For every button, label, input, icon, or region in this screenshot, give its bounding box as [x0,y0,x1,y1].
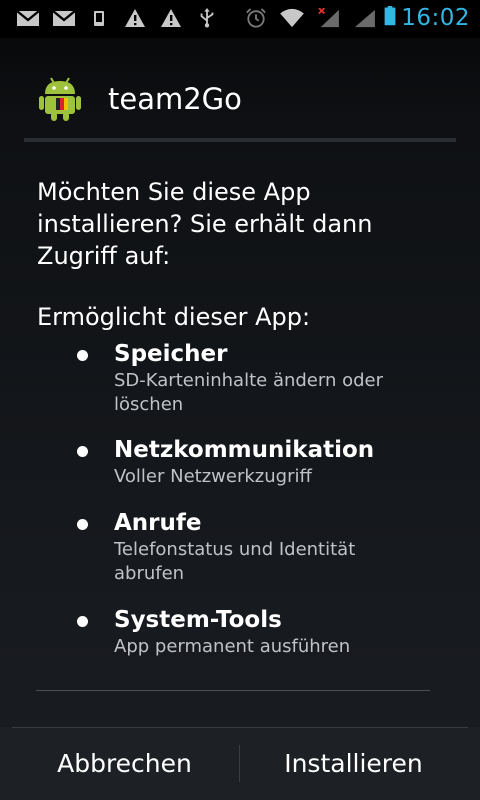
permission-title: Speicher [114,341,228,367]
permission-description: Voller Netzwerkzugriff [114,466,312,487]
content-divider [36,690,430,691]
install-question-text: Möchten Sie diese App installieren? Sie … [37,178,373,270]
usb-icon [200,8,214,28]
android-app-icon [39,77,81,121]
warning-icon [161,9,181,27]
battery-icon [384,6,396,26]
bullet-icon [77,350,88,361]
status-time: 16:02 [401,5,470,31]
gmail-icon [16,10,40,26]
permission-title: Anrufe [114,510,202,536]
permissions-heading: Ermöglicht dieser App: [37,303,311,331]
permission-title: System-Tools [114,607,282,633]
permission-description: SD-Karteninhalte ändern oder löschen [114,370,384,415]
signal-no-data-icon [318,8,339,28]
permission-description: Telefonstatus und Identität abrufen [114,539,356,584]
warning-icon [125,9,145,27]
title-divider [24,138,456,142]
gmail-icon [52,10,76,26]
wifi-icon [280,8,304,28]
dialog-title-bar: team2Go [0,38,480,138]
permission-title: Netzkommunikation [114,437,375,463]
status-bar: 16:02 [0,0,480,38]
signal-icon [354,9,375,28]
app-name-title: team2Go [108,82,242,116]
install-button[interactable]: Installieren [234,727,473,800]
permission-description: App permanent ausführen [114,636,351,657]
cancel-button[interactable]: Abbrechen [5,727,244,800]
bullet-icon [77,616,88,627]
install-dialog-screen: 16:02 team2Go Möchten Sie diese App inst… [0,0,480,800]
bullet-icon [77,519,88,530]
alarm-icon [246,8,266,28]
bullet-icon [77,446,88,457]
device-icon [94,11,104,26]
